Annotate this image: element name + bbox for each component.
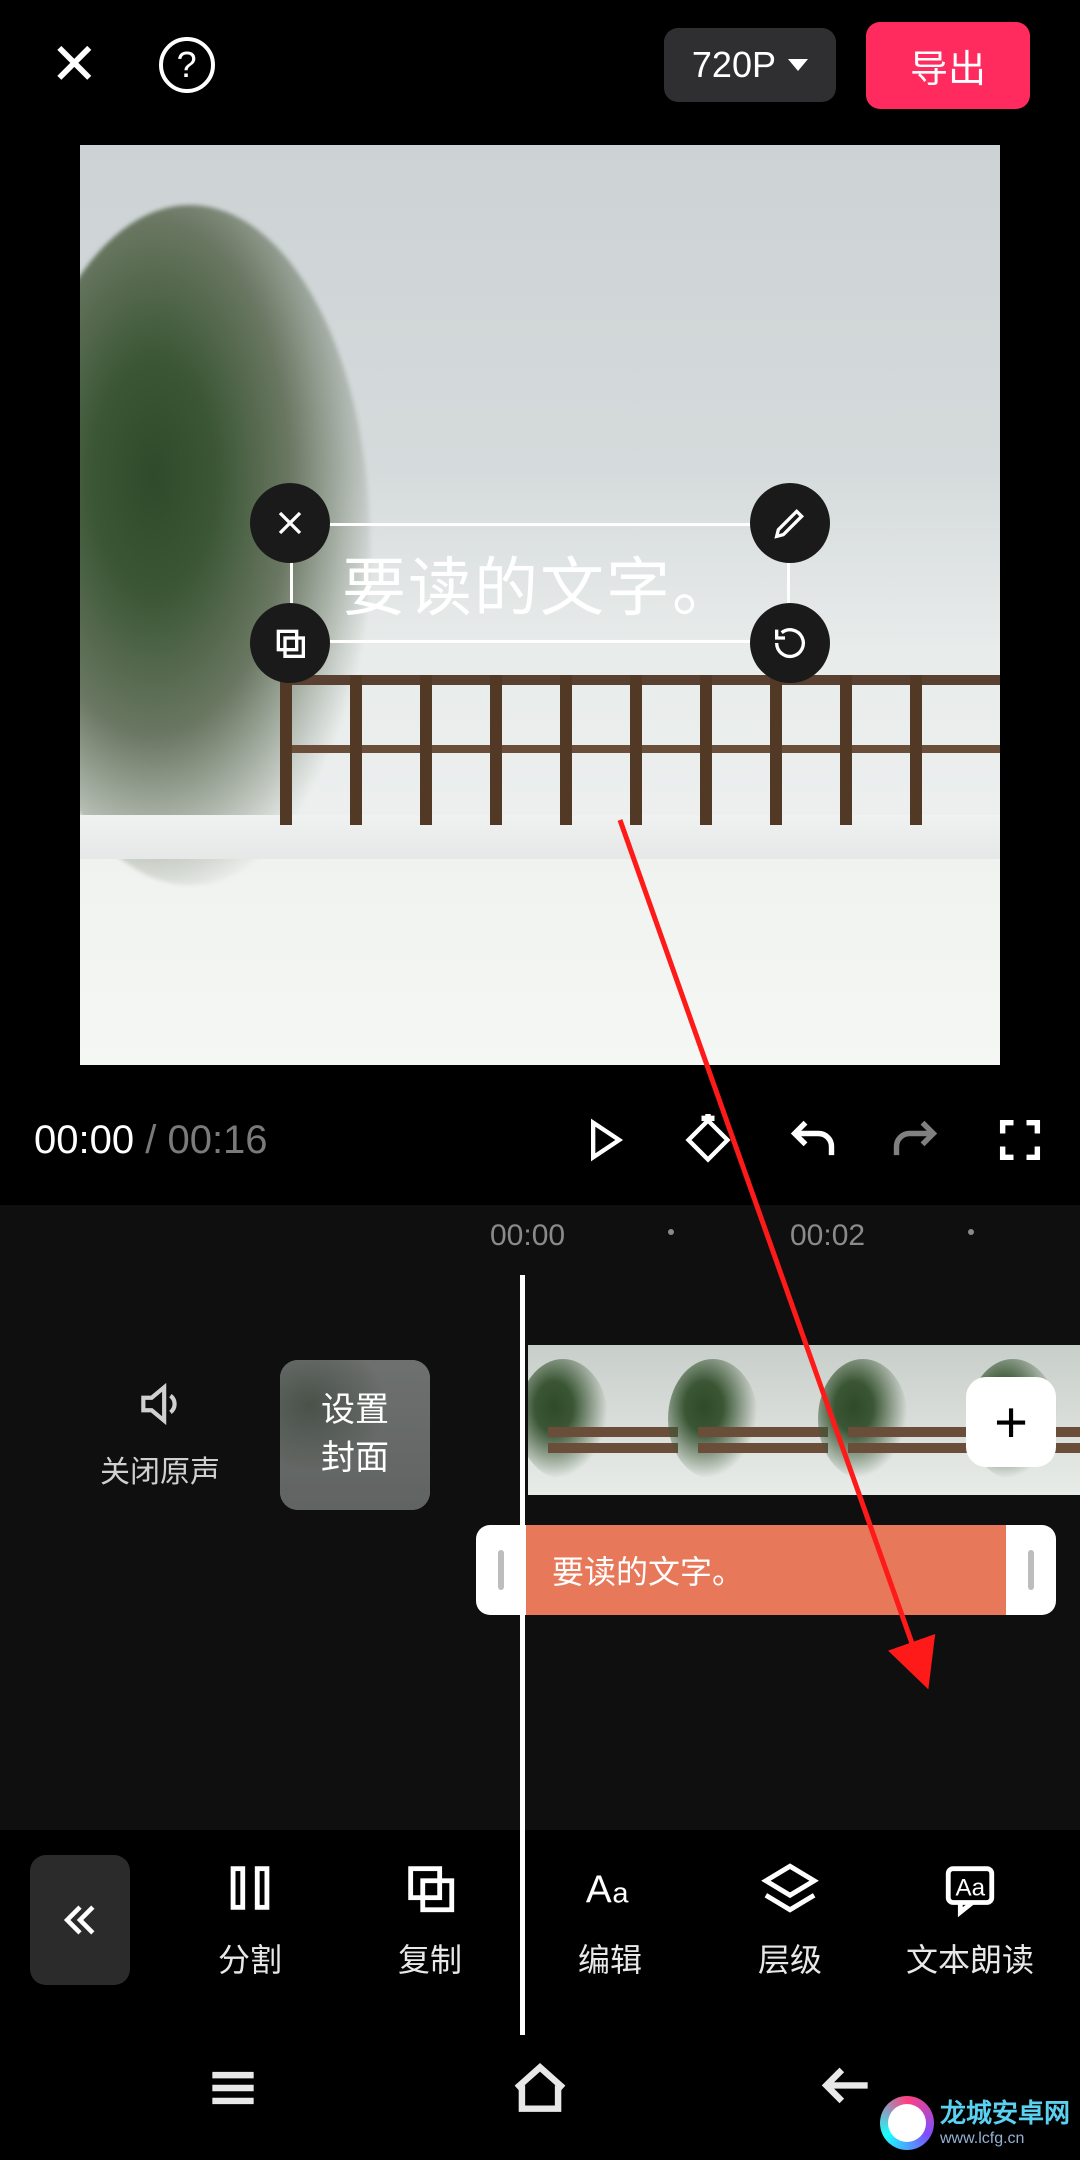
split-icon — [221, 1859, 279, 1917]
text-overlay[interactable]: 要读的文字。 — [290, 523, 790, 643]
svg-text:A: A — [586, 1869, 612, 1912]
preview-canvas[interactable]: 要读的文字。 — [80, 145, 1000, 1065]
playhead[interactable] — [520, 1275, 525, 2035]
play-button[interactable] — [578, 1114, 630, 1166]
overlay-edit-handle[interactable] — [750, 483, 830, 563]
chevron-down-icon — [788, 59, 808, 71]
timeline-ruler: 00:00 00:02 — [0, 1205, 1080, 1265]
ruler-mark: 00:02 — [790, 1219, 865, 1253]
chevron-double-left-icon — [58, 1898, 102, 1942]
ruler-mark: 00:00 — [490, 1219, 565, 1253]
resolution-button[interactable]: 720P — [664, 28, 836, 102]
clip-thumb[interactable] — [528, 1345, 678, 1495]
duration-time: 00:16 — [167, 1118, 267, 1163]
tts-icon: Aa — [941, 1859, 999, 1917]
toolbar-back-button[interactable] — [30, 1855, 130, 1985]
clip-thumb[interactable] — [678, 1345, 828, 1495]
copy-icon — [401, 1859, 459, 1917]
tool-label: 编辑 — [578, 1935, 642, 1981]
edit-text-icon: Aa — [581, 1859, 639, 1917]
nav-menu-button[interactable] — [202, 2057, 264, 2124]
set-cover-button[interactable]: 设置 封面 — [280, 1360, 430, 1510]
watermark: 龙城安卓网 www.lcfg.cn — [880, 2096, 1070, 2150]
redo-button[interactable] — [890, 1114, 942, 1166]
tool-label: 复制 — [398, 1935, 462, 1981]
resolution-label: 720P — [692, 44, 776, 86]
mute-original-button[interactable]: 关闭原声 — [70, 1379, 250, 1491]
mute-label: 关闭原声 — [100, 1447, 220, 1491]
keyframe-button[interactable] — [682, 1114, 734, 1166]
tool-label: 分割 — [218, 1935, 282, 1981]
overlay-copy-handle[interactable] — [250, 603, 330, 683]
watermark-title: 龙城安卓网 — [940, 2098, 1070, 2129]
bottom-toolbar: 分割 复制 Aa 编辑 层级 Aa 文本朗读 — [0, 1830, 1080, 2010]
text-track-clip[interactable]: 要读的文字。 — [476, 1525, 1056, 1615]
cover-label: 设置 封面 — [321, 1387, 389, 1482]
tool-copy[interactable]: 复制 — [355, 1859, 505, 1981]
tool-edit[interactable]: Aa 编辑 — [535, 1859, 685, 1981]
speaker-icon — [135, 1379, 185, 1429]
overlay-delete-handle[interactable] — [250, 483, 330, 563]
layers-icon — [761, 1859, 819, 1917]
nav-home-button[interactable] — [509, 2057, 571, 2124]
text-clip-right-handle[interactable] — [1006, 1525, 1056, 1615]
watermark-url: www.lcfg.cn — [940, 2129, 1070, 2148]
add-clip-button[interactable]: + — [966, 1377, 1056, 1467]
ruler-dot — [668, 1229, 674, 1235]
nav-back-button[interactable] — [816, 2057, 878, 2124]
tool-label: 层级 — [758, 1935, 822, 1981]
clip-thumb[interactable] — [828, 1345, 978, 1495]
tool-text-to-speech[interactable]: Aa 文本朗读 — [895, 1859, 1045, 1981]
overlay-rotate-handle[interactable] — [750, 603, 830, 683]
svg-text:a: a — [612, 1878, 629, 1910]
watermark-logo-icon — [880, 2096, 934, 2150]
timeline[interactable]: 00:00 00:02 关闭原声 设置 封面 + 要读的文字。 — [0, 1205, 1080, 1905]
tool-layer[interactable]: 层级 — [715, 1859, 865, 1981]
tool-split[interactable]: 分割 — [175, 1859, 325, 1981]
help-button[interactable]: ? — [159, 37, 215, 93]
tool-label: 文本朗读 — [906, 1935, 1034, 1981]
time-separator: / — [134, 1118, 167, 1163]
text-clip-left-handle[interactable] — [476, 1525, 526, 1615]
undo-button[interactable] — [786, 1114, 838, 1166]
export-button[interactable]: 导出 — [866, 22, 1030, 109]
svg-text:Aa: Aa — [956, 1874, 986, 1901]
close-button[interactable]: ✕ — [50, 36, 99, 94]
ruler-dot — [968, 1229, 974, 1235]
overlay-text: 要读的文字。 — [342, 537, 738, 629]
fullscreen-button[interactable] — [994, 1114, 1046, 1166]
current-time: 00:00 — [34, 1118, 134, 1163]
text-clip-label: 要读的文字。 — [526, 1525, 1006, 1615]
